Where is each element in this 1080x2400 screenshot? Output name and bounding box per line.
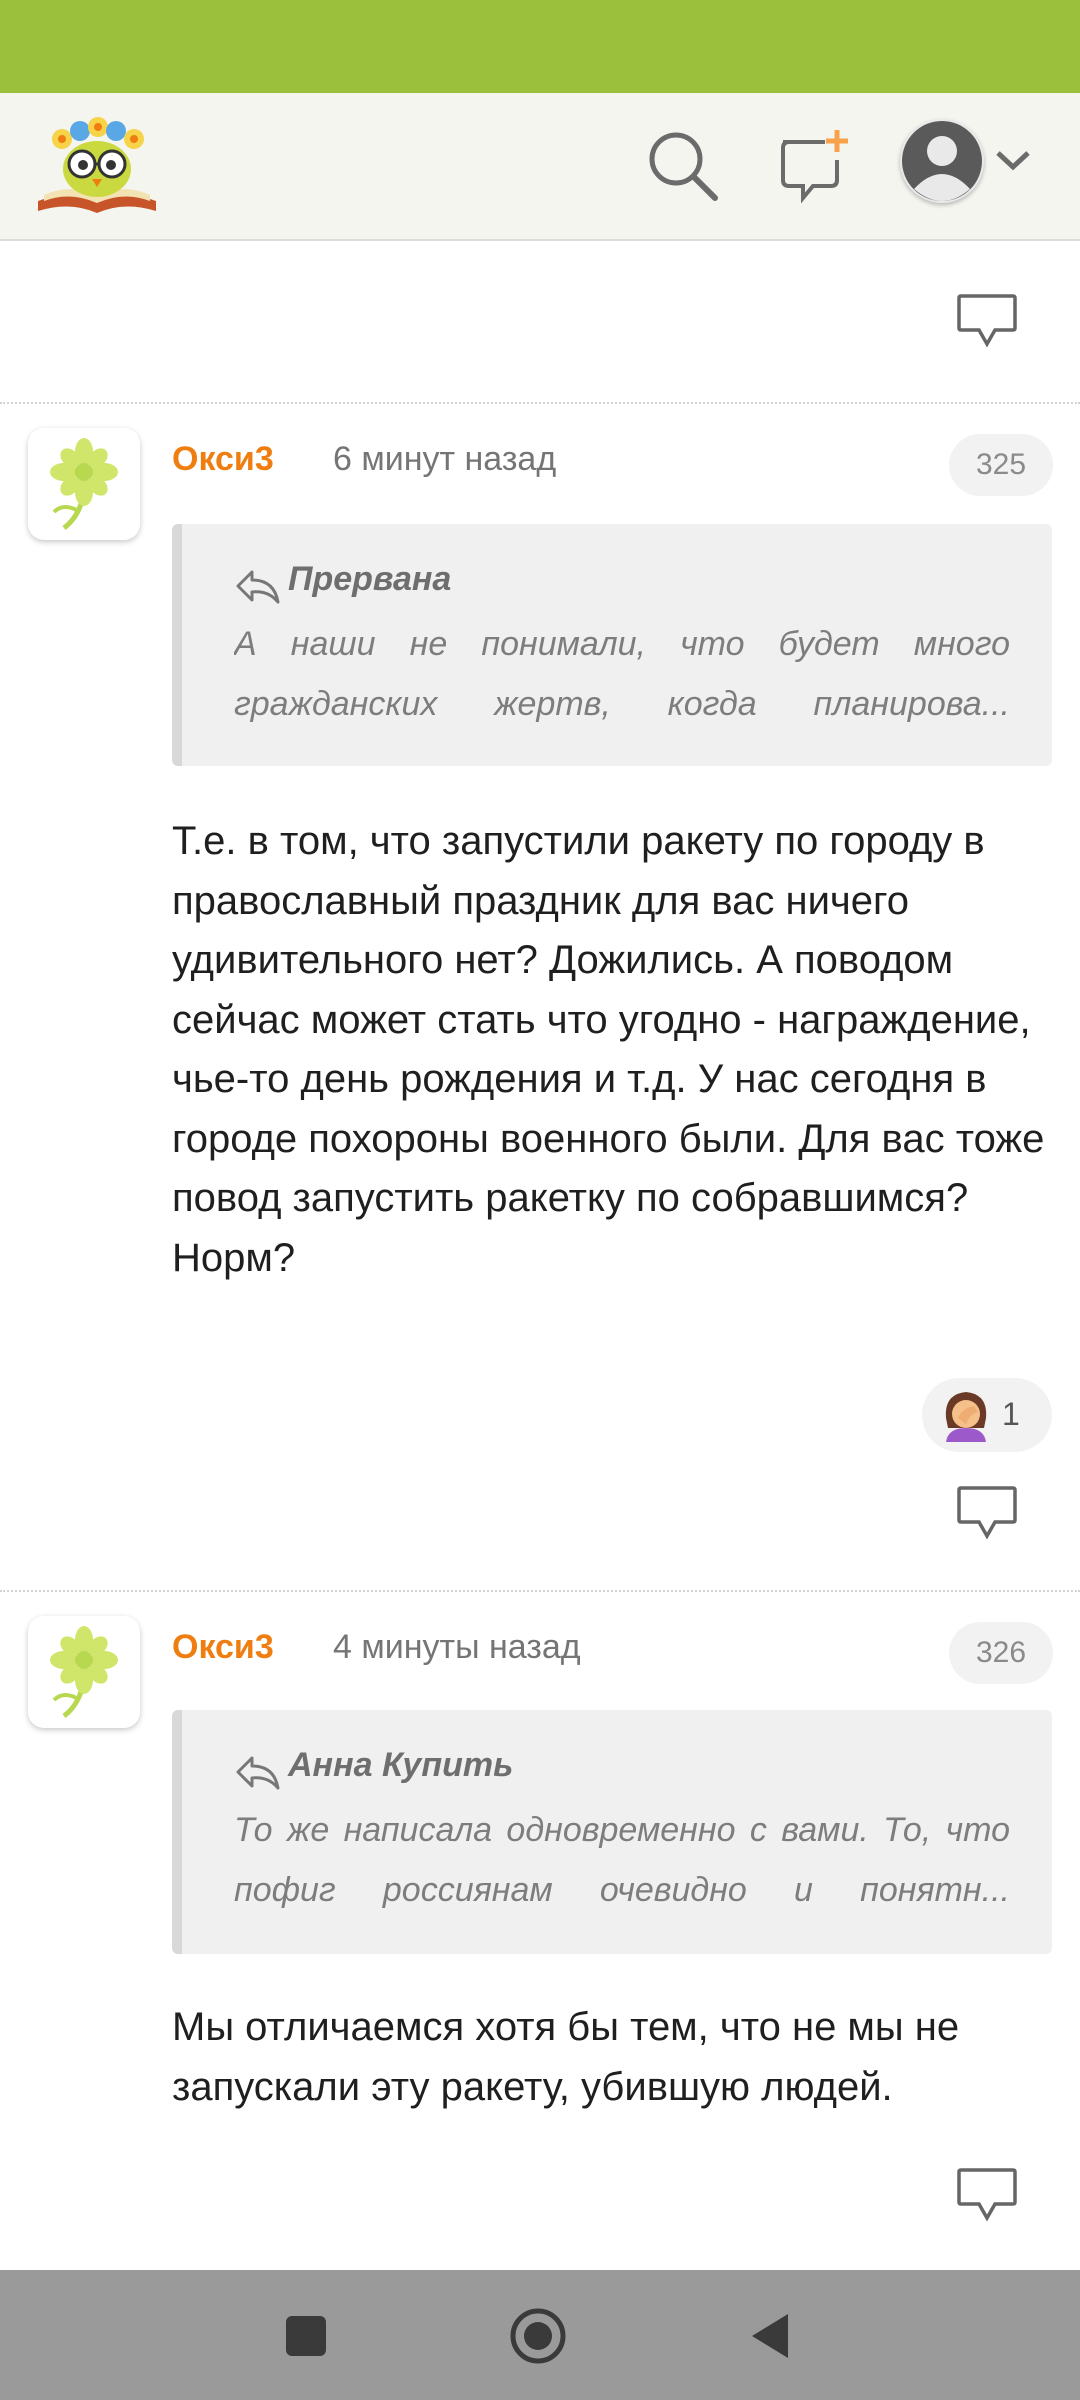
comment-text: Т.е. в том, что запустили ракету по горо… (172, 819, 1045, 1280)
recent-apps-icon[interactable] (276, 2306, 336, 2366)
system-nav-bar (0, 2270, 1080, 2400)
quote-author: Анна Купить (288, 1746, 514, 1784)
author-avatar[interactable] (28, 428, 140, 540)
back-icon[interactable] (742, 2306, 802, 2366)
quoted-reply[interactable]: Прервана А наши не понимали, что будет м… (172, 524, 1052, 766)
author-avatar[interactable] (28, 1616, 140, 1728)
search-icon[interactable] (643, 126, 723, 206)
owl-book-logo[interactable] (34, 109, 160, 221)
reply-icon[interactable] (955, 2166, 1019, 2224)
comment-time: 4 минуты назад (333, 1628, 581, 1666)
status-bar (0, 0, 1080, 93)
reaction-badge[interactable]: 1 (922, 1378, 1052, 1452)
quote-author: Прервана (288, 560, 452, 598)
quote-text: А наши не понимали, что будет много граж… (234, 625, 1010, 723)
reply-icon[interactable] (955, 292, 1019, 350)
quote-text: То же написала одновременно с вами. То, … (234, 1811, 1010, 1909)
quoted-reply[interactable]: Анна Купить То же написала одновременно … (172, 1710, 1052, 1954)
reply-arrow-icon (234, 1752, 282, 1792)
app-header (0, 93, 1080, 241)
reply-arrow-icon (234, 566, 282, 606)
comment-number: 326 (949, 1622, 1053, 1684)
comment-time: 6 минут назад (333, 440, 557, 478)
comment-author[interactable]: Окси3 (172, 440, 274, 479)
comment-text: Мы отличаемся хотя бы тем, что не мы не … (172, 2005, 960, 2109)
comment-card: Окси3 4 минуты назад 326 Анна Купить То … (0, 1592, 1080, 2268)
new-message-icon[interactable] (773, 126, 853, 206)
chevron-down-icon[interactable] (994, 147, 1032, 175)
reaction-count: 1 (1002, 1396, 1020, 1432)
user-avatar-icon[interactable] (900, 119, 984, 203)
comment-author[interactable]: Окси3 (172, 1628, 274, 1667)
home-icon[interactable] (508, 2306, 568, 2366)
reply-icon[interactable] (955, 1484, 1019, 1542)
comment-card: Окси3 6 минут назад 325 Прервана А наши … (0, 404, 1080, 1588)
facepalm-emoji (940, 1388, 992, 1442)
comment-number: 325 (949, 434, 1053, 496)
